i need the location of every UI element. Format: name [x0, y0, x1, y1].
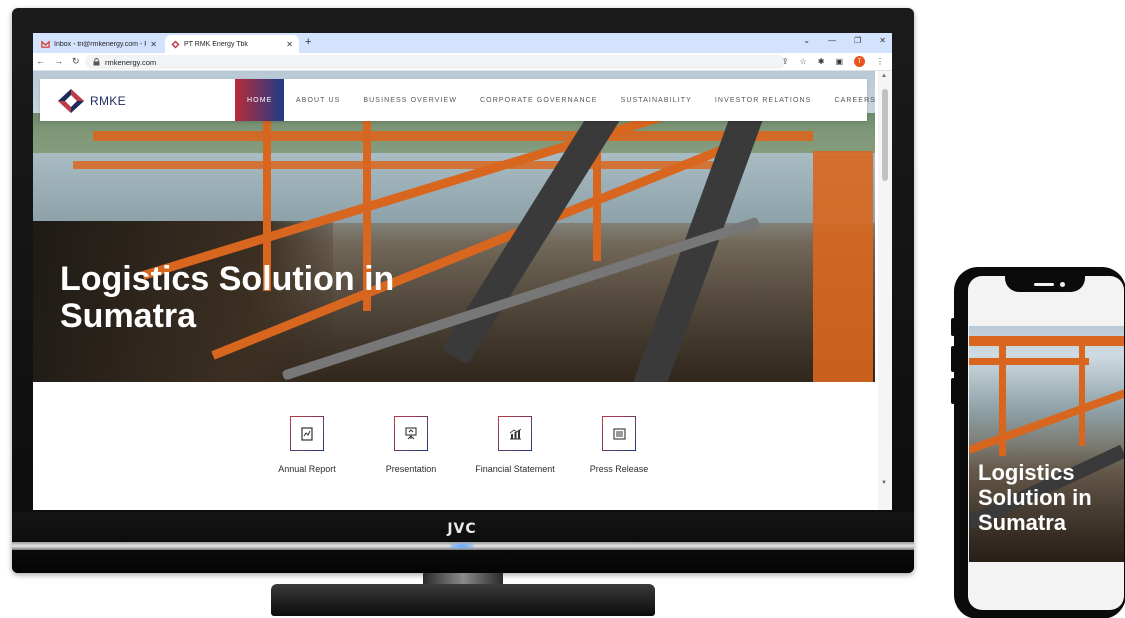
logo-text: RMKE: [90, 94, 126, 108]
quick-link-financial-statement[interactable]: Financial Statement: [463, 416, 567, 474]
close-icon[interactable]: ✕: [150, 40, 157, 49]
rmke-logo-icon: [171, 39, 180, 49]
nav-sustainability[interactable]: SUSTAINABILITY: [609, 79, 703, 121]
quick-link-presentation[interactable]: Presentation: [359, 416, 463, 474]
browser-toolbar: ⇪ ☆ ✱ ▣ T ⋮: [782, 56, 884, 67]
nav-home[interactable]: HOME: [235, 79, 285, 121]
quick-link-label: Press Release: [589, 464, 649, 474]
web-page: RMKE HOME ABOUT US BUSINESS OVERVIEW COR…: [33, 71, 892, 510]
window-controls: ⌄ — ❐ ✕: [803, 36, 886, 45]
tab-rmke[interactable]: PT RMK Energy Tbk ✕: [165, 35, 299, 53]
url-input[interactable]: rmkenergy.com: [85, 55, 785, 69]
quick-link-label: Financial Statement: [475, 464, 555, 474]
phone-speaker: [1034, 283, 1054, 286]
tv-power-led: [450, 543, 474, 549]
url-text: rmkenergy.com: [105, 57, 157, 67]
new-tab-icon[interactable]: +: [305, 36, 311, 48]
lock-icon: [93, 58, 100, 66]
report-icon: [290, 416, 324, 451]
restore-icon[interactable]: ❐: [854, 36, 861, 45]
forward-icon[interactable]: →: [54, 56, 63, 67]
nav-corporate-governance[interactable]: CORPORATE GOVERNANCE: [469, 79, 610, 121]
browser-window: Inbox - tri@rmkenergy.com - PT ✕ PT RMK …: [33, 33, 892, 510]
address-bar-row: ← → ↻ rmkenergy.com ⇪ ☆ ✱ ▣ T ⋮: [33, 53, 892, 71]
navigation-buttons: ← → ↻: [36, 56, 80, 67]
profile-avatar[interactable]: T: [854, 56, 865, 67]
newspaper-icon: [602, 416, 636, 451]
chevron-down-icon[interactable]: ⌄: [803, 36, 810, 45]
scroll-up-icon[interactable]: ▲: [881, 73, 887, 79]
presentation-icon: [394, 416, 428, 451]
tab-title: Inbox - tri@rmkenergy.com - PT: [54, 40, 147, 48]
scroll-thumb[interactable]: [882, 89, 888, 181]
quick-link-annual-report[interactable]: Annual Report: [255, 416, 359, 474]
extensions-icon[interactable]: ✱: [818, 57, 825, 66]
bookmark-star-icon[interactable]: ☆: [800, 57, 807, 66]
side-panel-icon[interactable]: ▣: [835, 57, 843, 66]
nav-investor-relations[interactable]: INVESTOR RELATIONS: [703, 79, 823, 121]
tv-stand: [271, 584, 655, 616]
tab-title: PT RMK Energy Tbk: [184, 40, 248, 48]
phone-camera: [1060, 282, 1065, 287]
scroll-down-icon[interactable]: ▼: [881, 480, 887, 486]
quick-link-label: Presentation: [385, 464, 437, 474]
menu-icon[interactable]: ⋮: [876, 57, 884, 66]
tab-inbox[interactable]: Inbox - tri@rmkenergy.com - PT ✕: [35, 35, 163, 53]
share-icon[interactable]: ⇪: [782, 57, 789, 66]
quick-link-label: Annual Report: [278, 464, 336, 474]
quick-link-press-release[interactable]: Press Release: [567, 416, 671, 474]
gmail-icon: [41, 40, 50, 48]
site-header: RMKE HOME ABOUT US BUSINESS OVERVIEW COR…: [40, 79, 875, 121]
page-scrollbar[interactable]: ▲ ▼: [878, 71, 892, 510]
nav-about-us[interactable]: ABOUT US: [284, 79, 351, 121]
phone-hero-title: Logistics Solution in Sumatra: [978, 460, 1092, 535]
main-navigation: HOME ABOUT US BUSINESS OVERVIEW CORPORAT…: [235, 79, 892, 121]
tab-bar: Inbox - tri@rmkenergy.com - PT ✕ PT RMK …: [33, 33, 892, 53]
reload-icon[interactable]: ↻: [72, 56, 80, 67]
quick-links: Annual Report Presentation Financial Sta…: [255, 416, 671, 474]
financial-chart-icon: [498, 416, 532, 451]
phone-notch: [1005, 268, 1085, 292]
nav-business-overview[interactable]: BUSINESS OVERVIEW: [352, 79, 469, 121]
hero-title: Logistics Solution in Sumatra: [60, 260, 395, 335]
close-window-icon[interactable]: ✕: [879, 36, 886, 45]
site-logo[interactable]: RMKE: [57, 88, 126, 114]
close-icon[interactable]: ✕: [286, 40, 293, 49]
rmke-logo-icon: [58, 89, 84, 113]
tv-brand-logo: JVC: [447, 521, 477, 537]
back-icon[interactable]: ←: [36, 56, 45, 67]
minimize-icon[interactable]: —: [828, 36, 836, 45]
